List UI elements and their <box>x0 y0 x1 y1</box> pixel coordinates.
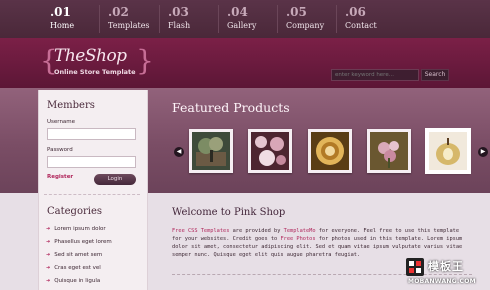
nav-divider <box>218 5 219 33</box>
logo-brace-right: } <box>136 44 154 77</box>
nav-item-contact[interactable]: .06 Contact <box>345 6 377 31</box>
nav-number: .01 <box>50 5 71 19</box>
nav-label: Flash <box>168 21 191 30</box>
product-thumbnail[interactable] <box>248 129 292 173</box>
nav-item-templates[interactable]: .02 Templates <box>108 6 150 31</box>
site-logo[interactable]: { TheShop Online Store Template } <box>40 43 154 83</box>
username-field[interactable] <box>47 128 136 140</box>
logo-title: TheShop <box>54 46 127 66</box>
arrow-bullet-icon: ➜ <box>46 278 51 284</box>
arrow-bullet-icon: ➜ <box>46 265 51 271</box>
nav-label: Templates <box>108 21 150 30</box>
panel-divider <box>44 194 140 195</box>
nav-item-gallery[interactable]: .04 Gallery <box>227 6 256 31</box>
welcome-paragraph: Free CSS Templates are provided by Templ… <box>172 227 470 259</box>
nav-divider <box>336 5 337 33</box>
templatemo-link[interactable]: TemplateMo <box>284 228 316 234</box>
nav-label: Gallery <box>227 21 257 30</box>
product-thumbnail-selected[interactable] <box>425 128 471 174</box>
arrow-bullet-icon: ➜ <box>46 226 51 232</box>
product-image-blossom <box>251 132 289 170</box>
register-link[interactable]: Register <box>47 174 73 180</box>
category-item[interactable]: ➜ Cras eget est vel <box>46 265 101 271</box>
top-navigation: .01 Home .02 Templates .03 Flash .04 Gal… <box>0 0 490 38</box>
product-image-flower <box>370 132 408 170</box>
category-item[interactable]: ➜ Lorem ipsum dolor <box>46 226 106 232</box>
nav-number: .03 <box>168 5 189 19</box>
search-button[interactable]: Search <box>421 69 449 81</box>
login-button[interactable]: Login <box>94 174 136 185</box>
members-title: Members <box>47 100 95 111</box>
nav-item-home[interactable]: .01 Home <box>50 6 74 31</box>
nav-label: Company <box>286 21 325 30</box>
product-thumbnail[interactable] <box>308 129 352 173</box>
category-item[interactable]: ➜ Sed sit amet sem <box>46 252 102 258</box>
next-arrow-icon[interactable]: ▶ <box>478 147 488 157</box>
nav-item-company[interactable]: .05 Company <box>286 6 324 31</box>
nav-label: Contact <box>345 21 377 30</box>
product-image-plant <box>192 132 230 170</box>
nav-label: Home <box>50 21 75 30</box>
watermark-url: MOBANWANG.COM <box>408 278 476 285</box>
welcome-title: Welcome to Pink Shop <box>172 207 286 218</box>
category-label: Sed sit amet sem <box>54 252 103 258</box>
password-label: Password <box>47 147 73 153</box>
password-field[interactable] <box>47 156 136 168</box>
product-thumbnail[interactable] <box>367 129 411 173</box>
free-css-templates-link[interactable]: Free CSS Templates <box>172 228 229 234</box>
category-item[interactable]: ➜ Phasellus eget lorem <box>46 239 112 245</box>
nav-item-flash[interactable]: .03 Flash <box>168 6 190 31</box>
arrow-bullet-icon: ➜ <box>46 252 51 258</box>
free-photos-link[interactable]: Free Photos <box>280 236 315 242</box>
prev-arrow-icon[interactable]: ◀ <box>174 147 184 157</box>
product-image-apple <box>429 132 467 170</box>
category-label: Cras eget est vel <box>54 265 101 271</box>
nav-number: .04 <box>227 5 248 19</box>
content-divider <box>172 274 472 275</box>
category-label: Phasellus eget lorem <box>54 239 112 245</box>
watermark-text: 模板王 <box>428 260 464 273</box>
nav-number: .06 <box>345 5 366 19</box>
category-item[interactable]: ➜ Quisque in ligula <box>46 278 100 284</box>
arrow-bullet-icon: ➜ <box>46 239 51 245</box>
category-label: Quisque in ligula <box>54 278 101 284</box>
watermark-logo-icon <box>406 258 424 276</box>
category-label: Lorem ipsum dolor <box>54 226 106 232</box>
paragraph-text: are provided by <box>229 228 284 234</box>
categories-title: Categories <box>47 206 102 217</box>
nav-divider <box>277 5 278 33</box>
featured-title: Featured Products <box>172 100 290 115</box>
nav-divider <box>159 5 160 33</box>
product-thumbnail[interactable] <box>189 129 233 173</box>
logo-subtitle: Online Store Template <box>54 68 136 76</box>
product-image-cup <box>311 132 349 170</box>
nav-number: .02 <box>108 5 129 19</box>
nav-divider <box>99 5 100 33</box>
username-label: Username <box>47 119 76 125</box>
search-input[interactable] <box>331 69 419 81</box>
nav-number: .05 <box>286 5 307 19</box>
